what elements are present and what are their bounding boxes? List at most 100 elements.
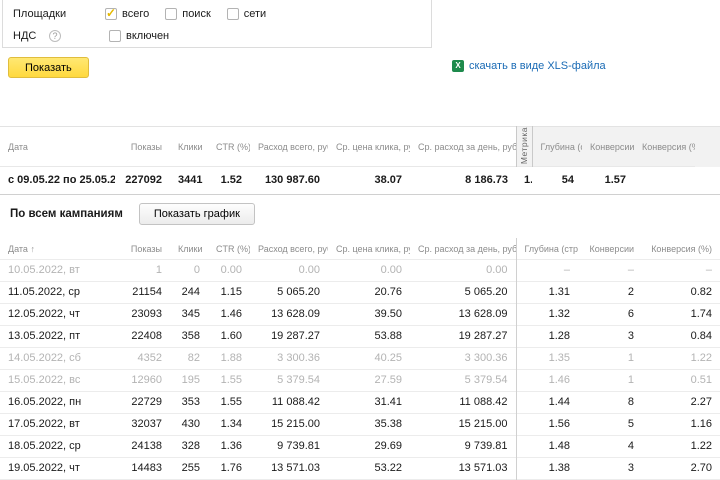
checkbox-label: поиск xyxy=(182,8,211,20)
column-header[interactable]: Глубина (стр.) xyxy=(516,238,579,260)
value-cell: 0.00 xyxy=(250,259,328,282)
summary-col-depth: Глубина (стр.) xyxy=(532,126,582,167)
summary-price-cell xyxy=(634,166,695,195)
value-cell: 82 xyxy=(170,347,208,370)
statistics-page: Площадки всего поиск сети НДС ? включен xyxy=(0,0,720,480)
checkbox-vat-included[interactable]: включен xyxy=(109,30,169,42)
value-cell: 22729 xyxy=(115,391,170,414)
summary-value-cell: 130 987.60 xyxy=(250,166,328,195)
summary-value-cell: 1.40 xyxy=(516,166,532,195)
table-row: 10.05.2022, вт 1 0 0.00 0.00 0.00 0.00– – – xyxy=(0,259,720,282)
table-row: 15.05.2022, вс 12960 195 1.55 5 379.54 27.59 5… xyxy=(0,369,720,392)
date-cell: 15.05.2022, вс xyxy=(0,369,115,392)
value-cell: 0.00 xyxy=(328,259,410,282)
value-cell: 32037 xyxy=(115,413,170,436)
column-header[interactable]: Расход всего, руб. xyxy=(250,238,328,260)
metrika-vertical-text: Метрика xyxy=(519,127,529,165)
summary-row: с 09.05.22 по 25.05.22 227092 3441 1.52 … xyxy=(0,166,720,195)
summary-value-cell: 38.07 xyxy=(328,166,410,195)
summary-col-clicks: Клики xyxy=(178,142,203,153)
value-cell: 5 xyxy=(578,413,642,436)
summary-header-row: Дата Показы Клики CTR (%) Расход всего, … xyxy=(0,126,720,167)
value-cell: 39.50 xyxy=(328,303,410,326)
value-cell: 13 571.03 xyxy=(250,457,328,480)
value-cell: 1.38 xyxy=(516,457,578,480)
metrika-section-label: Метрика xyxy=(515,126,533,167)
value-cell: 31.41 xyxy=(328,391,410,414)
column-header[interactable]: CTR (%) xyxy=(208,238,250,260)
value-cell: 53.22 xyxy=(328,457,410,480)
summary-value-cell: 227092 xyxy=(115,166,170,195)
vat-row: НДС ? включен xyxy=(13,27,421,45)
value-cell: 29.69 xyxy=(328,435,410,458)
column-header[interactable]: Ср. расход за день, руб. xyxy=(410,238,517,260)
value-cell: – xyxy=(642,259,720,282)
column-header[interactable]: Конверсия (%) xyxy=(642,238,720,260)
value-cell: 358 xyxy=(170,325,208,348)
summary-col-ctr: CTR (%) xyxy=(216,142,250,153)
detail-table-header: Дата ↑ Показы Клики CTR (%) Расход всего, ру… xyxy=(0,238,720,260)
value-cell: 0.84 xyxy=(642,325,720,348)
value-cell: 5 379.54 xyxy=(250,369,328,392)
value-cell: 255 xyxy=(170,457,208,480)
xls-link-text[interactable]: скачать в виде XLS-файла xyxy=(469,60,606,72)
value-cell: 11 088.42 xyxy=(250,391,328,414)
value-cell: 15 215.00 xyxy=(410,413,517,436)
value-cell: 1.31 xyxy=(516,281,578,304)
value-cell: 3 xyxy=(578,325,642,348)
value-cell: 13 571.03 xyxy=(410,457,517,480)
summary-col-cost-total: Расход всего, руб. xyxy=(258,142,328,153)
show-chart-button[interactable]: Показать график xyxy=(138,203,255,225)
filter-panel: Площадки всего поиск сети НДС ? включен xyxy=(2,0,432,48)
checkbox-platforms-total[interactable]: всего xyxy=(105,6,149,20)
date-cell: 13.05.2022, пт xyxy=(0,325,115,348)
summary-col-avg-daily-cost: Ср. расход за день, руб. xyxy=(418,142,516,153)
value-cell: 1.60 xyxy=(208,325,250,348)
platforms-row: Площадки всего поиск сети xyxy=(13,5,421,23)
campaigns-title: По всем кампаниям xyxy=(10,208,123,220)
value-cell: – xyxy=(516,259,578,282)
table-row: 13.05.2022, пт 22408 358 1.60 19 287.27 53.88… xyxy=(0,325,720,348)
column-header[interactable]: Ср. цена клика, руб. xyxy=(328,238,410,260)
value-cell: 1.55 xyxy=(208,369,250,392)
summary-value-cell: 3441 xyxy=(170,166,208,195)
value-cell: 8 xyxy=(578,391,642,414)
value-cell: 5 065.20 xyxy=(250,281,328,304)
value-cell: 4 xyxy=(578,435,642,458)
value-cell: 20.76 xyxy=(328,281,410,304)
date-cell: 11.05.2022, ср xyxy=(0,281,115,304)
column-header[interactable]: Клики xyxy=(170,238,208,260)
value-cell: 353 xyxy=(170,391,208,414)
value-cell: 3 300.36 xyxy=(250,347,328,370)
summary-table: Дата Показы Клики CTR (%) Расход всего, … xyxy=(0,126,720,196)
summary-col-impressions: Показы xyxy=(130,142,162,153)
value-cell: 1.32 xyxy=(516,303,578,326)
column-header[interactable]: Конверсии xyxy=(578,238,642,260)
checkbox-platforms-networks[interactable]: сети xyxy=(226,8,266,20)
value-cell: 195 xyxy=(170,369,208,392)
value-cell: 24138 xyxy=(115,435,170,458)
value-cell: 1.56 xyxy=(516,413,578,436)
table-row: 14.05.2022, сб 4352 82 1.88 3 300.36 40.25 3 3… xyxy=(0,347,720,370)
summary-value-cell: 8 186.73 xyxy=(410,166,516,195)
value-cell: 1.22 xyxy=(642,347,720,370)
help-icon[interactable]: ? xyxy=(49,30,61,42)
value-cell: 1.36 xyxy=(208,435,250,458)
summary-col-avg-cpc: Ср. цена клика, руб. xyxy=(336,142,410,153)
column-header[interactable]: Показы xyxy=(115,238,170,260)
value-cell: 1.16 xyxy=(642,413,720,436)
value-cell: 1 xyxy=(578,369,642,392)
value-cell: 1.28 xyxy=(516,325,578,348)
value-cell: 2.27 xyxy=(642,391,720,414)
xls-download-link[interactable]: X скачать в виде XLS-файла xyxy=(452,60,606,72)
checkbox-platforms-search[interactable]: поиск xyxy=(165,8,211,20)
table-row: 12.05.2022, чт 23093 345 1.46 13 628.09 39.50… xyxy=(0,303,720,326)
value-cell: 5 065.20 xyxy=(410,281,517,304)
value-cell: 1.15 xyxy=(208,281,250,304)
detail-table-body: 10.05.2022, вт 1 0 0.00 0.00 0.00 0.00– – –11.05… xyxy=(0,259,720,480)
value-cell: 1.76 xyxy=(208,457,250,480)
date-cell: 16.05.2022, пн xyxy=(0,391,115,414)
show-button[interactable]: Показать xyxy=(8,57,89,78)
column-header[interactable]: Дата ↑ xyxy=(0,238,115,260)
value-cell: 35.38 xyxy=(328,413,410,436)
